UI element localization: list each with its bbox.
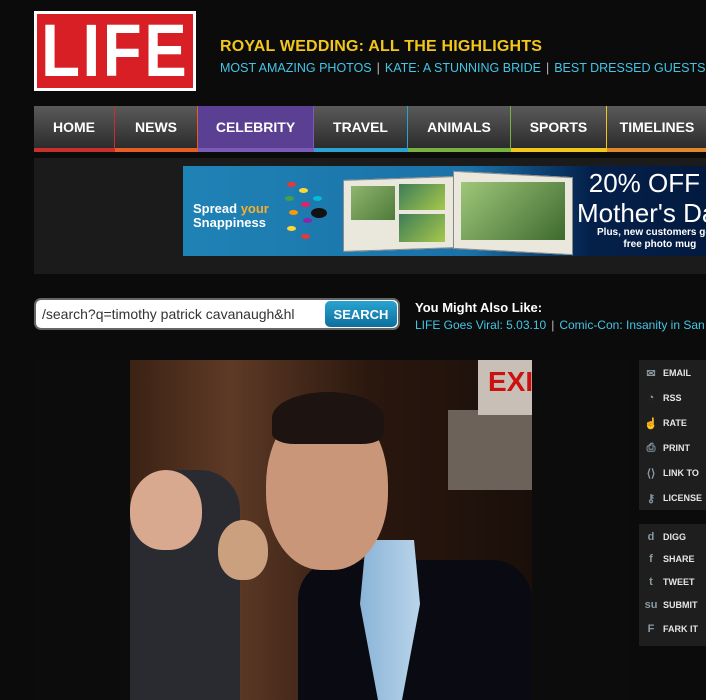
fark-icon: F [647, 623, 655, 635]
submit-link[interactable]: su SUBMIT [639, 594, 706, 616]
nav-animals[interactable]: ANIMALS [408, 106, 511, 152]
ad-tagline: Spread your Snappiness [193, 201, 269, 230]
twitter-icon: t [649, 576, 653, 588]
sublink-bride[interactable]: KATE: A STUNNING BRIDE [385, 61, 541, 75]
license-link[interactable]: ⚷ LICENSE [639, 487, 706, 509]
link-icon: ⟨⟩ [646, 467, 656, 480]
also-link-comiccon[interactable]: Comic-Con: Insanity in San [559, 318, 704, 332]
printer-icon: ⎙ [646, 441, 656, 454]
photobook-graphic [343, 170, 573, 256]
sublink-photos[interactable]: MOST AMAZING PHOTOS [220, 61, 372, 75]
stumbleupon-icon: su [644, 599, 658, 611]
nav-news[interactable]: NEWS [115, 106, 198, 152]
digg-icon: d [647, 531, 655, 543]
print-link[interactable]: ⎙ PRINT [639, 437, 706, 459]
link-to-link[interactable]: ⟨⟩ LINK TO [639, 462, 706, 484]
fark-link[interactable]: F FARK IT [639, 618, 706, 640]
main-nav: HOME NEWS CELEBRITY TRAVEL ANIMALS SPORT… [34, 106, 706, 152]
rss-link[interactable]: ◔ RSS [639, 387, 706, 409]
search-box: /search?q=timothy patrick cavanaugh&hl S… [34, 298, 400, 330]
digg-link[interactable]: d DIGG [639, 526, 706, 548]
exit-sign: EXIT [478, 360, 532, 415]
ad-percent-off: 20% OFF [588, 168, 700, 198]
nav-travel[interactable]: TRAVEL [314, 106, 408, 152]
license-icon: ⚷ [646, 492, 656, 505]
sublink-guests[interactable]: BEST DRESSED GUESTS [554, 61, 705, 75]
life-logo[interactable]: LIFE [34, 11, 196, 91]
email-link[interactable]: ✉ EMAIL [639, 362, 706, 384]
also-like-title: You Might Also Like: [415, 300, 543, 315]
banner-ad[interactable]: Spread your Snappiness Mother's Da 20% O… [183, 166, 706, 256]
ad-mothers-day: Mother's Da [577, 198, 706, 228]
nav-celebrity[interactable]: CELEBRITY [198, 106, 314, 152]
nav-home[interactable]: HOME [34, 106, 115, 152]
header-sublinks: MOST AMAZING PHOTOS | KATE: A STUNNING BRI… [220, 61, 706, 75]
rate-link[interactable]: ☝ RATE [639, 412, 706, 434]
facebook-icon: f [649, 553, 653, 565]
share-tools: ✉ EMAIL ◔ RSS ☝ RATE ⎙ PRINT ⟨⟩ LINK TO ⚷ LICE… [639, 360, 706, 510]
thumbs-up-icon: ☝ [644, 417, 658, 430]
tweet-link[interactable]: t TWEET [639, 571, 706, 593]
envelope-icon: ✉ [646, 367, 656, 380]
social-tools: d DIGG f SHARE t TWEET su SUBMIT F FARK IT [639, 524, 706, 646]
fish-icon [311, 208, 327, 218]
also-link-viral[interactable]: LIFE Goes Viral: 5.03.10 [415, 318, 546, 332]
search-button[interactable]: SEARCH [325, 301, 397, 327]
main-photo[interactable]: EXIT [130, 360, 532, 700]
logo-text: LIFE [40, 9, 190, 92]
ad-fine-print: Plus, new customers get afree photo mug [597, 227, 706, 250]
search-input[interactable]: /search?q=timothy patrick cavanaugh&hl [42, 306, 295, 322]
rss-icon: ◔ [647, 392, 655, 404]
also-like-links: LIFE Goes Viral: 5.03.10 | Comic-Con: Insa… [415, 318, 705, 332]
headline-link[interactable]: ROYAL WEDDING: ALL THE HIGHLIGHTS [220, 38, 542, 56]
nav-timelines[interactable]: TIMELINES [607, 106, 706, 152]
nav-sports[interactable]: SPORTS [511, 106, 607, 152]
share-link[interactable]: f SHARE [639, 548, 706, 570]
